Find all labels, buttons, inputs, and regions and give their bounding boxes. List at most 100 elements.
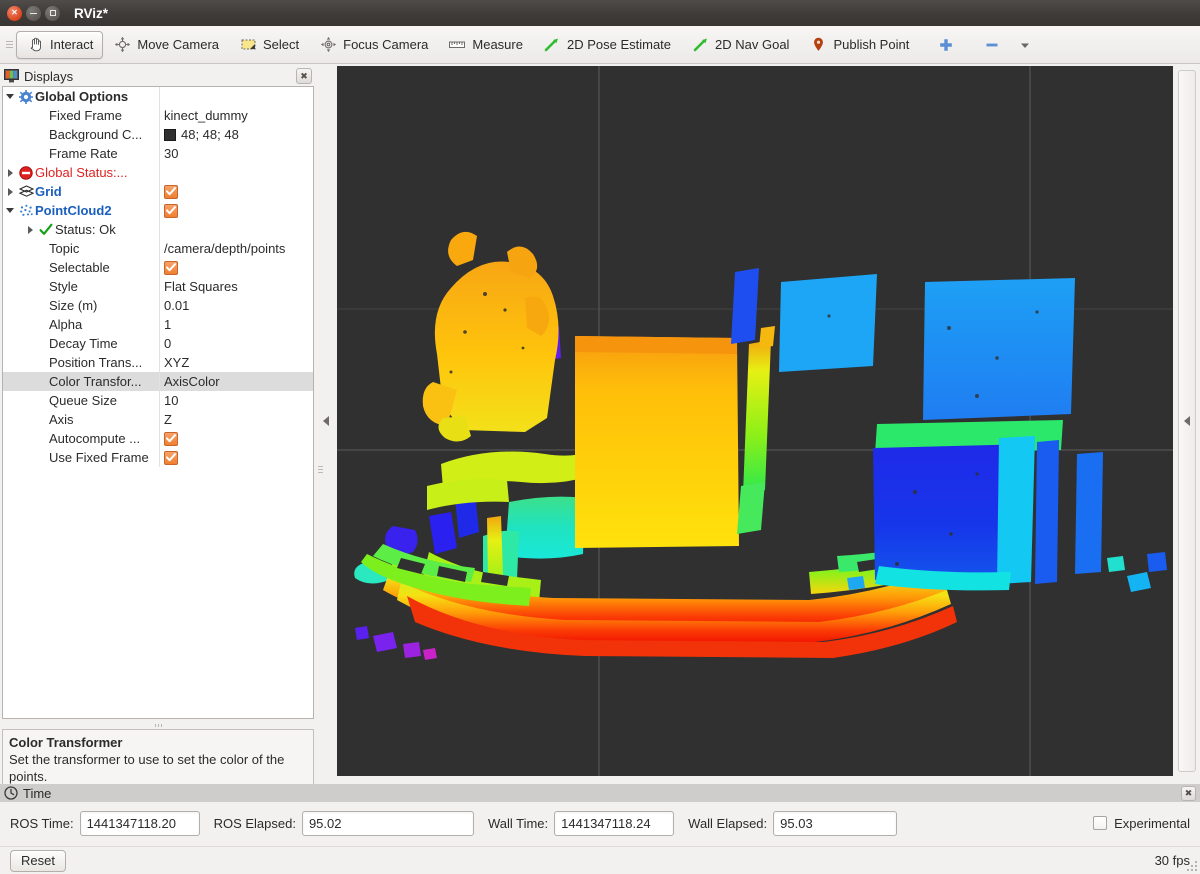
expand-arrow-icon[interactable]: [23, 226, 37, 234]
tool-measure[interactable]: Measure: [438, 31, 533, 59]
close-displays-panel-button[interactable]: ✖: [296, 68, 312, 84]
property-name-label: Background C...: [49, 127, 142, 142]
display-property-row[interactable]: Background C... 48; 48; 48: [3, 125, 313, 144]
displays-tree[interactable]: Global OptionsFixed Framekinect_dummyBac…: [2, 86, 314, 719]
close-window-button[interactable]: ✕: [7, 6, 22, 21]
resize-grip[interactable]: [1186, 860, 1198, 872]
ros-time-input[interactable]: 1441347118.20: [80, 811, 200, 836]
enabled-checkbox[interactable]: [164, 204, 178, 218]
property-value-cell[interactable]: kinect_dummy: [159, 106, 313, 125]
property-value-cell[interactable]: Flat Squares: [159, 277, 313, 296]
property-value-cell[interactable]: [159, 429, 313, 448]
property-value-cell[interactable]: 10: [159, 391, 313, 410]
displays-viewport-splitter[interactable]: [316, 66, 336, 776]
property-value-cell[interactable]: [159, 258, 313, 277]
expand-arrow-icon[interactable]: [3, 169, 17, 177]
property-name-label: PointCloud2: [35, 203, 112, 218]
maximize-window-button[interactable]: [45, 6, 60, 21]
display-property-row[interactable]: Decay Time0: [3, 334, 313, 353]
tool-focus-camera[interactable]: Focus Camera: [309, 31, 438, 59]
property-value-cell[interactable]: XYZ: [159, 353, 313, 372]
enabled-checkbox[interactable]: [164, 451, 178, 465]
collapse-arrow-icon[interactable]: [3, 208, 17, 213]
tool-interact-label: Interact: [50, 37, 93, 52]
display-property-row[interactable]: Frame Rate30: [3, 144, 313, 163]
time-panel-header: Time ✖: [0, 784, 1200, 802]
display-property-row[interactable]: StyleFlat Squares: [3, 277, 313, 296]
column-separator: [159, 277, 160, 296]
enabled-checkbox[interactable]: [164, 261, 178, 275]
toolbar-drag-handle[interactable]: [4, 34, 14, 56]
property-name-cell: Global Options: [3, 87, 159, 106]
render-viewport-3d[interactable]: [337, 66, 1173, 776]
display-property-row[interactable]: Position Trans...XYZ: [3, 353, 313, 372]
display-property-row[interactable]: Topic/camera/depth/points: [3, 239, 313, 258]
tool-publish-point[interactable]: Publish Point: [799, 31, 919, 59]
close-time-panel-button[interactable]: ✖: [1181, 786, 1196, 801]
wall-elapsed-label: Wall Elapsed:: [688, 816, 767, 831]
property-value-label: 48; 48; 48: [181, 127, 239, 142]
enabled-checkbox[interactable]: [164, 185, 178, 199]
minimize-window-button[interactable]: [26, 6, 41, 21]
display-property-row[interactable]: Global Status:...: [3, 163, 313, 182]
display-property-row[interactable]: AxisZ: [3, 410, 313, 429]
property-name-cell: Use Fixed Frame: [3, 448, 159, 467]
property-name-label: Size (m): [49, 298, 97, 313]
tool-2d-pose-estimate[interactable]: 2D Pose Estimate: [533, 31, 681, 59]
tool-2d-nav-goal[interactable]: 2D Nav Goal: [681, 31, 799, 59]
property-value-cell[interactable]: [159, 448, 313, 467]
property-value-cell[interactable]: 30: [159, 144, 313, 163]
enabled-checkbox[interactable]: [164, 432, 178, 446]
display-property-row[interactable]: Size (m) 0.01: [3, 296, 313, 315]
property-value-cell[interactable]: Z: [159, 410, 313, 429]
property-name-cell: Style: [3, 277, 159, 296]
tool-move-camera[interactable]: Move Camera: [103, 31, 229, 59]
expand-views-arrow-icon[interactable]: [1184, 416, 1190, 426]
property-value-cell[interactable]: [159, 182, 313, 201]
column-separator: [159, 315, 160, 334]
tool-interact[interactable]: Interact: [16, 31, 103, 59]
wall-elapsed-input[interactable]: 95.03: [773, 811, 897, 836]
display-property-row[interactable]: Alpha1: [3, 315, 313, 334]
views-panel-collapsed[interactable]: [1173, 66, 1200, 776]
display-property-row[interactable]: Global Options: [3, 87, 313, 106]
reset-button[interactable]: Reset: [10, 850, 66, 872]
property-value-cell: [159, 220, 313, 239]
property-value-cell[interactable]: 48; 48; 48: [159, 125, 313, 144]
tool-select[interactable]: Select: [229, 31, 309, 59]
display-property-row[interactable]: Autocompute ...: [3, 429, 313, 448]
property-value-cell[interactable]: [159, 201, 313, 220]
property-value-cell[interactable]: /camera/depth/points: [159, 239, 313, 258]
property-value-label: 0.01: [164, 298, 189, 313]
tool-overflow-menu[interactable]: [1011, 31, 1039, 59]
displays-panel-header: Displays ✖: [0, 66, 316, 86]
expand-arrow-icon[interactable]: [3, 188, 17, 196]
column-separator: [159, 220, 160, 239]
display-property-row[interactable]: Fixed Framekinect_dummy: [3, 106, 313, 125]
tool-focus-camera-label: Focus Camera: [343, 37, 428, 52]
property-value-cell[interactable]: 1: [159, 315, 313, 334]
experimental-toggle[interactable]: Experimental: [1093, 816, 1190, 831]
property-value-cell[interactable]: 0: [159, 334, 313, 353]
tool-add[interactable]: [927, 31, 965, 59]
display-property-row[interactable]: Use Fixed Frame: [3, 448, 313, 467]
display-property-row[interactable]: Status: Ok: [3, 220, 313, 239]
tool-remove[interactable]: [973, 31, 1011, 59]
display-property-row[interactable]: Color Transfor...AxisColor: [3, 372, 313, 391]
column-separator: [159, 448, 160, 467]
display-property-row[interactable]: Queue Size10: [3, 391, 313, 410]
column-separator: [159, 296, 160, 315]
property-value-cell[interactable]: 0.01: [159, 296, 313, 315]
experimental-checkbox[interactable]: [1093, 816, 1107, 830]
wall-time-input[interactable]: 1441347118.24: [554, 811, 674, 836]
display-property-row[interactable]: PointCloud2: [3, 201, 313, 220]
collapse-displays-arrow-icon[interactable]: [323, 416, 329, 426]
display-property-row[interactable]: Grid: [3, 182, 313, 201]
property-value-cell[interactable]: AxisColor: [159, 372, 313, 391]
fps-indicator: 30 fps: [1155, 853, 1190, 868]
description-splitter[interactable]: [2, 721, 314, 729]
collapse-arrow-icon[interactable]: [3, 94, 17, 99]
display-property-row[interactable]: Selectable: [3, 258, 313, 277]
color-swatch[interactable]: [164, 129, 176, 141]
ros-elapsed-input[interactable]: 95.02: [302, 811, 474, 836]
